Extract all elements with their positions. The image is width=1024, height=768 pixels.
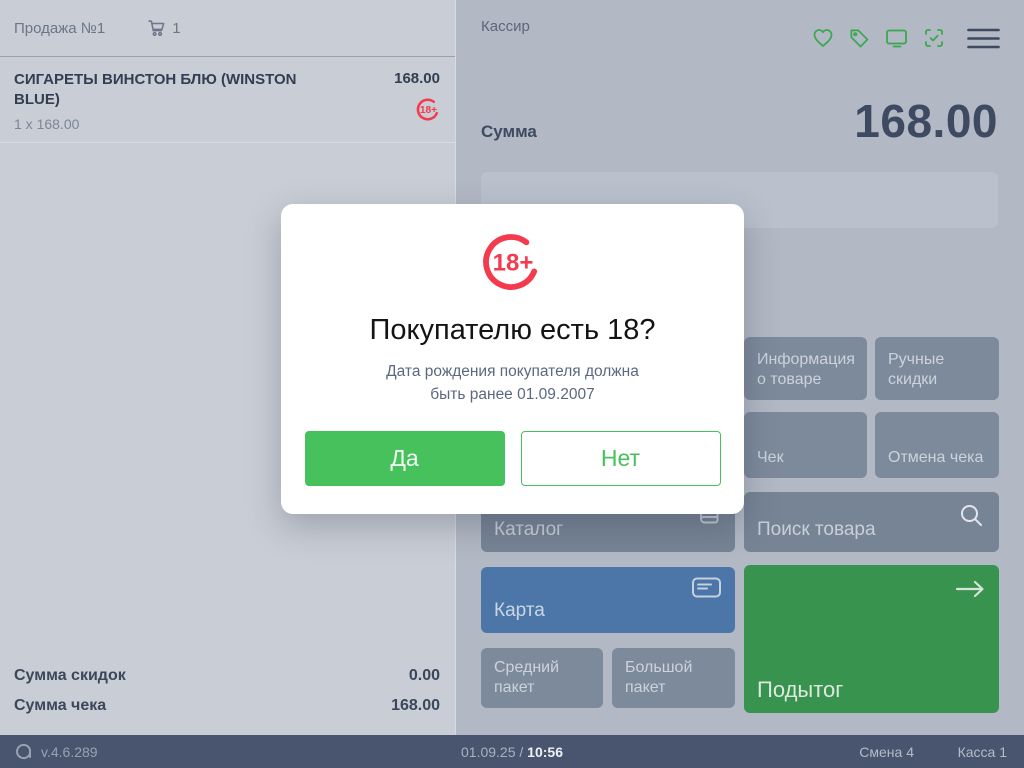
age-18-badge-icon: 18+	[416, 97, 441, 122]
card-button[interactable]: Карта	[481, 567, 735, 633]
cart-indicator: 1	[147, 19, 181, 37]
status-time: 10:56	[527, 743, 563, 760]
receipt-total-value: 168.00	[391, 697, 440, 714]
dialog-subtitle-line1: Дата рождения покупателя должна	[386, 363, 639, 380]
card-label: Карта	[494, 600, 545, 622]
age-18-badge-icon-large: 18+	[481, 230, 545, 294]
shift-label: Смена 4	[859, 743, 914, 760]
product-info-label: Информация о товаре	[757, 351, 855, 388]
product-info-button[interactable]: Информация о товаре	[744, 337, 867, 400]
receipt-summary: Сумма скидок 0.00 Сумма чека 168.00	[0, 661, 455, 735]
pos-screen: Продажа №1 1 СИГАРЕТЫ ВИНСТОН БЛЮ (WINST…	[0, 0, 1024, 768]
arrow-right-icon	[955, 579, 985, 599]
sale-header: Продажа №1 1	[0, 0, 455, 57]
dialog-title: Покупателю есть 18?	[369, 314, 656, 346]
register-label: Касса 1	[957, 743, 1007, 760]
scan-check-icon[interactable]	[922, 26, 946, 50]
receipt-item-row[interactable]: СИГАРЕТЫ ВИНСТОН БЛЮ (WINSTON BLUE) 168.…	[0, 57, 455, 143]
toolbar-icons	[811, 26, 1000, 50]
age-verification-dialog: 18+ Покупателю есть 18? Дата рождения по…	[281, 204, 744, 514]
big-bag-button[interactable]: Большой пакет	[612, 648, 735, 708]
sum-value: 168.00	[854, 95, 998, 147]
price-tag-icon[interactable]	[848, 27, 871, 50]
hamburger-menu-icon[interactable]	[967, 28, 1000, 49]
status-separator: /	[515, 743, 528, 760]
receipt-button[interactable]: Чек	[744, 412, 867, 478]
cashier-label: Кассир	[481, 18, 530, 35]
status-date: 01.09.25	[461, 743, 516, 760]
cart-count: 1	[172, 19, 181, 37]
item-quantity-line: 1 x 168.00	[14, 116, 80, 132]
cart-icon	[147, 19, 166, 37]
bank-card-icon	[691, 575, 722, 600]
big-bag-label: Большой пакет	[625, 659, 693, 696]
discount-sum-row: Сумма скидок 0.00	[14, 661, 440, 691]
status-bar: v.4.6.289 01.09.25 / 10:56 Смена 4 Касса…	[0, 735, 1024, 768]
sale-title: Продажа №1	[14, 19, 106, 37]
dialog-subtitle-line2: быть ранее 01.09.2007	[430, 386, 595, 404]
medium-bag-label: Средний пакет	[494, 659, 560, 696]
search-product-placeholder: Поиск товара	[757, 519, 876, 541]
dialog-buttons: Да Нет	[304, 430, 721, 486]
svg-text:18+: 18+	[420, 105, 437, 116]
yes-button[interactable]: Да	[304, 430, 505, 486]
manual-discounts-button[interactable]: Ручные скидки	[875, 337, 999, 400]
receipt-label: Чек	[757, 449, 784, 466]
sum-label: Сумма	[481, 122, 537, 141]
medium-bag-button[interactable]: Средний пакет	[481, 648, 603, 708]
discount-sum-label: Сумма скидок	[14, 667, 126, 684]
svg-text:18+: 18+	[492, 250, 533, 277]
no-button[interactable]: Нет	[520, 430, 721, 486]
cancel-receipt-button[interactable]: Отмена чека	[875, 412, 999, 478]
subtotal-button[interactable]: Подытог	[744, 565, 999, 713]
item-name: СИГАРЕТЫ ВИНСТОН БЛЮ (WINSTON BLUE)	[14, 71, 297, 108]
item-price: 168.00	[394, 70, 440, 87]
search-product-field[interactable]: Поиск товара	[744, 492, 999, 552]
cancel-receipt-label: Отмена чека	[888, 449, 984, 466]
subtotal-label: Подытог	[757, 676, 844, 702]
search-icon	[958, 502, 985, 529]
receipt-total-label: Сумма чека	[14, 697, 107, 714]
favorites-heart-icon[interactable]	[811, 26, 835, 50]
display-monitor-icon[interactable]	[884, 26, 909, 50]
discount-sum-value: 0.00	[408, 667, 440, 684]
receipt-total-row: Сумма чека 168.00	[14, 691, 440, 721]
catalog-label: Каталог	[494, 519, 564, 541]
manual-discounts-label: Ручные скидки	[888, 351, 945, 388]
dialog-subtitle: Дата рождения покупателя должна быть ран…	[386, 360, 639, 407]
